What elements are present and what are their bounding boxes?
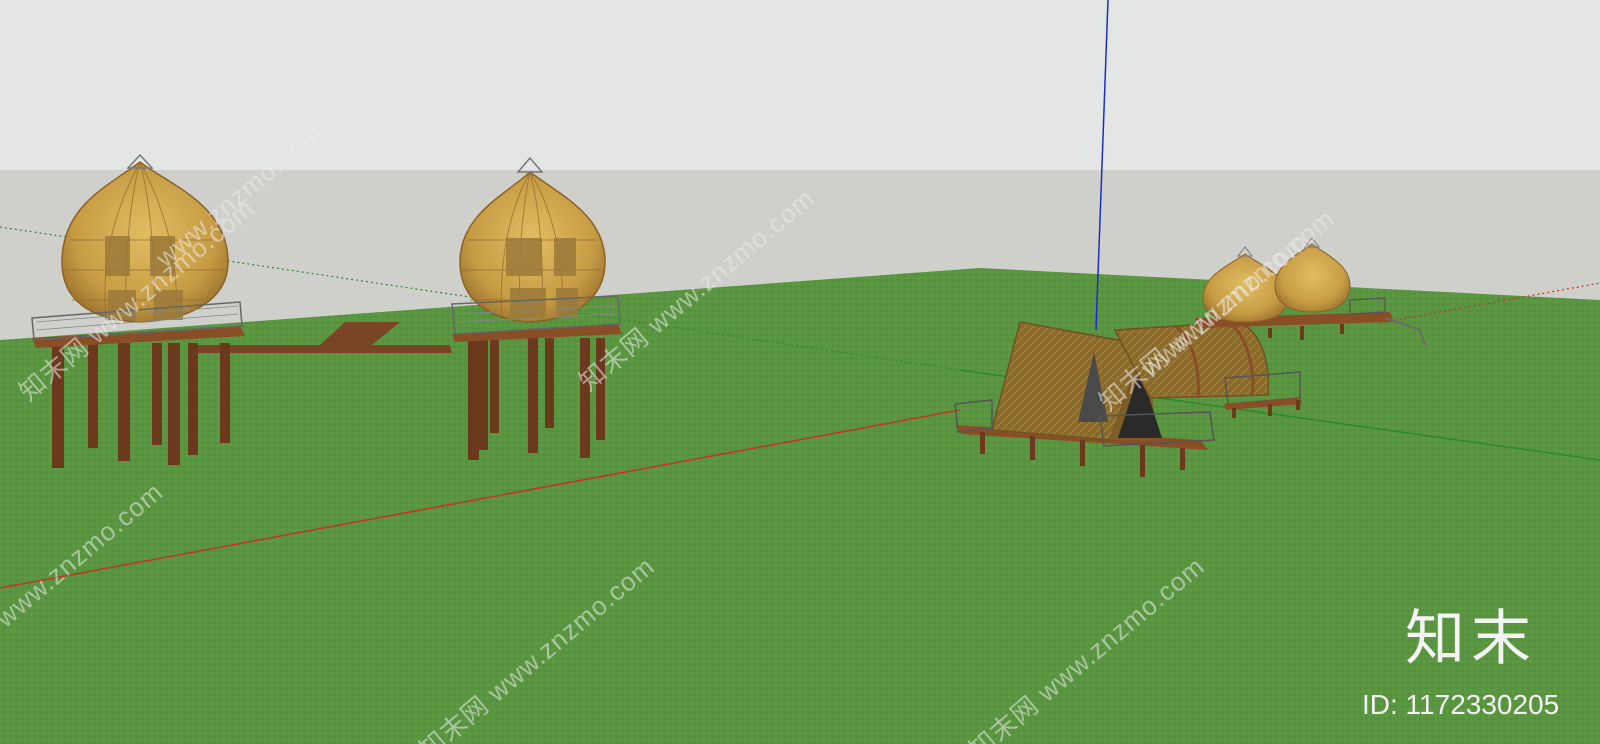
ground-plane[interactable]	[0, 268, 1600, 744]
scene-canvas[interactable]	[0, 0, 1600, 744]
brand-logo: 知末	[1405, 604, 1537, 674]
sky	[0, 0, 1600, 172]
viewport-3d[interactable]: 知末网 www.znzmo.com www.znzmo.com 知末网 www.…	[0, 0, 1600, 744]
brand-id: ID: 1172330205	[1362, 689, 1560, 720]
